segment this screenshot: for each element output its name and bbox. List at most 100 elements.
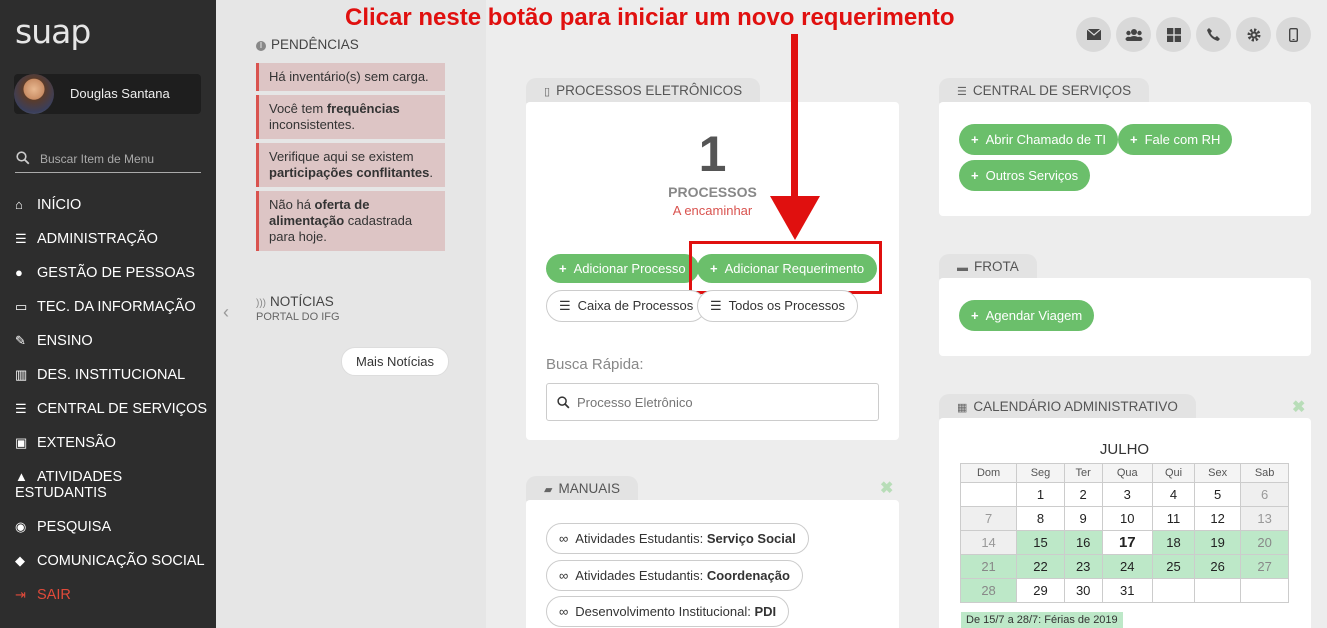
other-services-button[interactable]: + Outros Serviços xyxy=(959,160,1091,191)
quick-search-label: Busca Rápida: xyxy=(546,356,644,373)
menu-item-comunicacao-social[interactable]: ◆ COMUNICAÇÃO SOCIAL xyxy=(15,553,210,569)
menu-item-sair[interactable]: ⇥ SAIR xyxy=(15,587,210,603)
menu-item-label: GESTÃO DE PESSOAS xyxy=(37,265,195,281)
menu-item-label: ADMINISTRAÇÃO xyxy=(37,231,158,247)
pendencia-item[interactable]: Há inventário(s) sem carga. xyxy=(256,63,445,91)
calendar-day[interactable]: 1 xyxy=(1016,482,1065,507)
menu-item-central-de-servicos[interactable]: ☰ CENTRAL DE SERVIÇOS xyxy=(15,401,210,417)
all-processes-button[interactable]: ☰ Todos os Processos xyxy=(697,290,858,322)
menu-item-tec-informacao[interactable]: ▭ TEC. DA INFORMAÇÃO xyxy=(15,299,210,315)
menu-item-inicio[interactable]: ⌂ INÍCIO xyxy=(15,197,210,213)
pendencia-item[interactable]: Verifique aqui se existem participações … xyxy=(256,143,445,187)
menu-item-pesquisa[interactable]: ◉ PESQUISA xyxy=(15,519,210,535)
menu-item-administracao[interactable]: ☰ ADMINISTRAÇÃO xyxy=(15,231,210,247)
calendar-day[interactable]: 13 xyxy=(1240,506,1289,531)
calendar-week: 14 15 16 17 18 19 20 xyxy=(959,530,1289,555)
pendencia-text: Não há xyxy=(269,197,315,212)
calendar-day[interactable]: 5 xyxy=(1194,482,1242,507)
open-ti-ticket-button[interactable]: + Abrir Chamado de TI xyxy=(959,124,1119,155)
file-icon: ▯ xyxy=(544,86,551,98)
calendar-day[interactable]: 7 xyxy=(959,506,1018,531)
calendar-day-holiday[interactable]: 16 xyxy=(1063,530,1103,555)
manual-link[interactable]: ∞ Atividades Estudantis: Coordenação xyxy=(546,560,803,591)
calendar-day-holiday[interactable]: 23 xyxy=(1063,554,1103,579)
calendar-day-holiday[interactable]: 21 xyxy=(959,554,1018,579)
group-icon[interactable] xyxy=(1116,17,1151,52)
user-card[interactable]: Douglas Santana xyxy=(14,74,201,114)
manuais-tab-label: MANUAIS xyxy=(558,481,620,496)
calendar-day[interactable]: 12 xyxy=(1194,506,1242,531)
user-name: Douglas Santana xyxy=(70,86,170,101)
processos-count[interactable]: 1 xyxy=(526,126,899,182)
menu-item-label: SAIR xyxy=(37,587,71,603)
calendar-day-holiday[interactable]: 20 xyxy=(1240,530,1289,555)
menu-item-label: COMUNICAÇÃO SOCIAL xyxy=(37,553,205,569)
calendar-day-holiday[interactable]: 24 xyxy=(1101,554,1154,579)
link-icon: ∞ xyxy=(559,568,569,583)
pendencia-text: Há inventário(s) sem carga. xyxy=(269,69,429,84)
menu-item-label: ENSINO xyxy=(37,333,93,349)
suap-logo[interactable]: suap xyxy=(15,12,91,51)
menu-search-input[interactable] xyxy=(40,148,200,170)
weekday: Seg xyxy=(1016,463,1065,483)
calendar-day-holiday[interactable]: 15 xyxy=(1016,530,1065,555)
manual-link[interactable]: ∞ Desenvolvimento Institucional: PDI xyxy=(546,596,790,627)
menu-item-ensino[interactable]: ✎ ENSINO xyxy=(15,333,210,349)
menu-item-atividades-estudantis[interactable]: ▲ ATIVIDADES ESTUDANTIS xyxy=(15,469,135,501)
menu-item-des-institucional[interactable]: ▥ DES. INSTITUCIONAL xyxy=(15,367,210,383)
calendar-day-holiday[interactable]: 26 xyxy=(1194,554,1242,579)
calendar-day[interactable]: 4 xyxy=(1152,482,1196,507)
calendar-day-holiday[interactable]: 27 xyxy=(1240,554,1289,579)
windows-icon[interactable] xyxy=(1156,17,1191,52)
processos-status[interactable]: A encaminhar xyxy=(526,203,899,218)
calendar-day-holiday[interactable]: 28 xyxy=(959,578,1018,603)
info-icon: i xyxy=(256,41,266,51)
calendar-day[interactable]: 31 xyxy=(1101,578,1154,603)
weekday: Sab xyxy=(1240,463,1289,483)
manual-link[interactable]: ∞ Atividades Estudantis: Serviço Social xyxy=(546,523,809,554)
menu-item-extensao[interactable]: ▣ EXTENSÃO xyxy=(15,435,210,451)
pendencia-item[interactable]: Não há oferta de alimentação cadastrada … xyxy=(256,191,445,251)
menu-item-label: PESQUISA xyxy=(37,519,112,535)
calendar-day[interactable]: 6 xyxy=(1240,482,1289,507)
calendar-day-today[interactable]: 17 xyxy=(1101,530,1154,555)
email-icon[interactable] xyxy=(1076,17,1111,52)
calendar-day[interactable]: 11 xyxy=(1152,506,1196,531)
button-label: Outros Serviços xyxy=(985,168,1079,183)
menu-item-gestao-de-pessoas[interactable]: ● GESTÃO DE PESSOAS xyxy=(15,265,210,281)
mobile-icon[interactable] xyxy=(1276,17,1311,52)
contact-hr-button[interactable]: + Fale com RH xyxy=(1118,124,1233,155)
collapse-chevron-icon[interactable]: ‹ xyxy=(223,302,229,323)
comment-icon: ◆ xyxy=(15,553,25,568)
central-panel xyxy=(939,102,1311,216)
calendar-day-holiday[interactable]: 22 xyxy=(1016,554,1065,579)
calendar-day[interactable]: 10 xyxy=(1101,506,1154,531)
calendar-day[interactable]: 2 xyxy=(1063,482,1103,507)
add-process-label: Adicionar Processo xyxy=(573,261,686,276)
close-icon[interactable]: ✖ xyxy=(880,478,893,498)
link-icon: ∞ xyxy=(559,531,569,546)
calendar-day[interactable]: 3 xyxy=(1101,482,1154,507)
calendar-day[interactable]: 30 xyxy=(1063,578,1103,603)
calendar-day-holiday[interactable]: 25 xyxy=(1152,554,1196,579)
calendar-week: 21 22 23 24 25 26 27 xyxy=(959,554,1289,579)
add-process-button[interactable]: + Adicionar Processo xyxy=(546,254,699,283)
calendar-day[interactable]: 8 xyxy=(1016,506,1065,531)
administration-icon: ☰ xyxy=(15,231,27,246)
phone-icon[interactable] xyxy=(1196,17,1231,52)
close-icon[interactable]: ✖ xyxy=(1292,397,1305,417)
mais-noticias-button[interactable]: Mais Notícias xyxy=(341,347,450,376)
quick-search-input[interactable] xyxy=(577,392,872,412)
calendar-day[interactable]: 9 xyxy=(1063,506,1103,531)
calendar-day[interactable]: 14 xyxy=(959,530,1018,555)
pendencia-text: inconsistentes. xyxy=(269,117,355,132)
gear-icon[interactable] xyxy=(1236,17,1271,52)
schedule-trip-button[interactable]: + Agendar Viagem xyxy=(959,300,1095,331)
calendar-day-holiday[interactable]: 18 xyxy=(1152,530,1196,555)
calendar-day-holiday[interactable]: 19 xyxy=(1194,530,1242,555)
annotation-arrow xyxy=(770,34,820,240)
menu-item-label: EXTENSÃO xyxy=(37,435,116,451)
inbox-button[interactable]: ☰ Caixa de Processos xyxy=(546,290,707,322)
pendencia-item[interactable]: Você tem frequências inconsistentes. xyxy=(256,95,445,139)
calendar-day[interactable]: 29 xyxy=(1016,578,1065,603)
